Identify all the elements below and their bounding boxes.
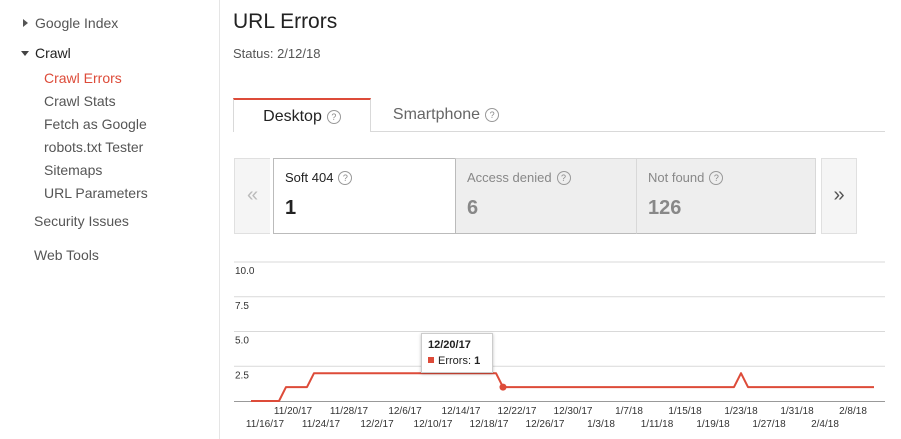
x-tick-label: 11/20/17 — [274, 406, 313, 417]
x-tick-label: 12/2/17 — [360, 419, 394, 430]
y-tick-label: 5.0 — [235, 336, 249, 347]
highlight-point — [499, 383, 507, 391]
x-tick-label: 11/24/17 — [302, 419, 341, 430]
tooltip-row: Errors: 1 — [428, 355, 486, 367]
tooltip-date: 12/20/17 — [428, 339, 471, 351]
x-tick-label: 12/26/17 — [526, 419, 565, 430]
x-tick-label: 11/28/17 — [330, 406, 369, 417]
tooltip-series: Errors: — [438, 355, 471, 367]
y-tick-label: 2.5 — [235, 370, 249, 381]
y-tick-label: 10.0 — [235, 266, 255, 277]
series-line — [251, 372, 874, 402]
errors-line-chart: 10.0 7.5 5.0 2.5 11/20/17 11/28/17 12/6/17 12/1… — [234, 261, 885, 430]
tooltip-value: 1 — [474, 355, 481, 367]
y-tick-label: 7.5 — [235, 301, 249, 312]
x-tick-label: 12/22/17 — [498, 406, 537, 417]
x-tick-label: 1/3/18 — [587, 419, 615, 430]
x-tick-label: 12/14/17 — [442, 406, 481, 417]
series-swatch-icon — [428, 357, 434, 363]
x-tick-label: 11/16/17 — [246, 419, 285, 430]
x-tick-label: 1/11/18 — [641, 419, 674, 430]
x-tick-label: 1/7/18 — [615, 406, 643, 417]
x-tick-label: 12/6/17 — [388, 406, 422, 417]
x-tick-label: 12/10/17 — [414, 419, 453, 430]
x-tick-label: 2/4/18 — [811, 419, 839, 430]
x-tick-label: 1/15/18 — [668, 406, 702, 417]
x-tick-label: 12/18/17 — [470, 419, 509, 430]
x-tick-label: 2/8/18 — [839, 406, 867, 417]
x-tick-label: 1/27/18 — [752, 419, 786, 430]
x-tick-label: 12/30/17 — [554, 406, 593, 417]
x-tick-label: 1/19/18 — [696, 419, 730, 430]
x-tick-label: 1/23/18 — [724, 406, 758, 417]
chart-tooltip: 12/20/17 Errors: 1 — [421, 333, 493, 373]
x-tick-label: 1/31/18 — [780, 406, 814, 417]
